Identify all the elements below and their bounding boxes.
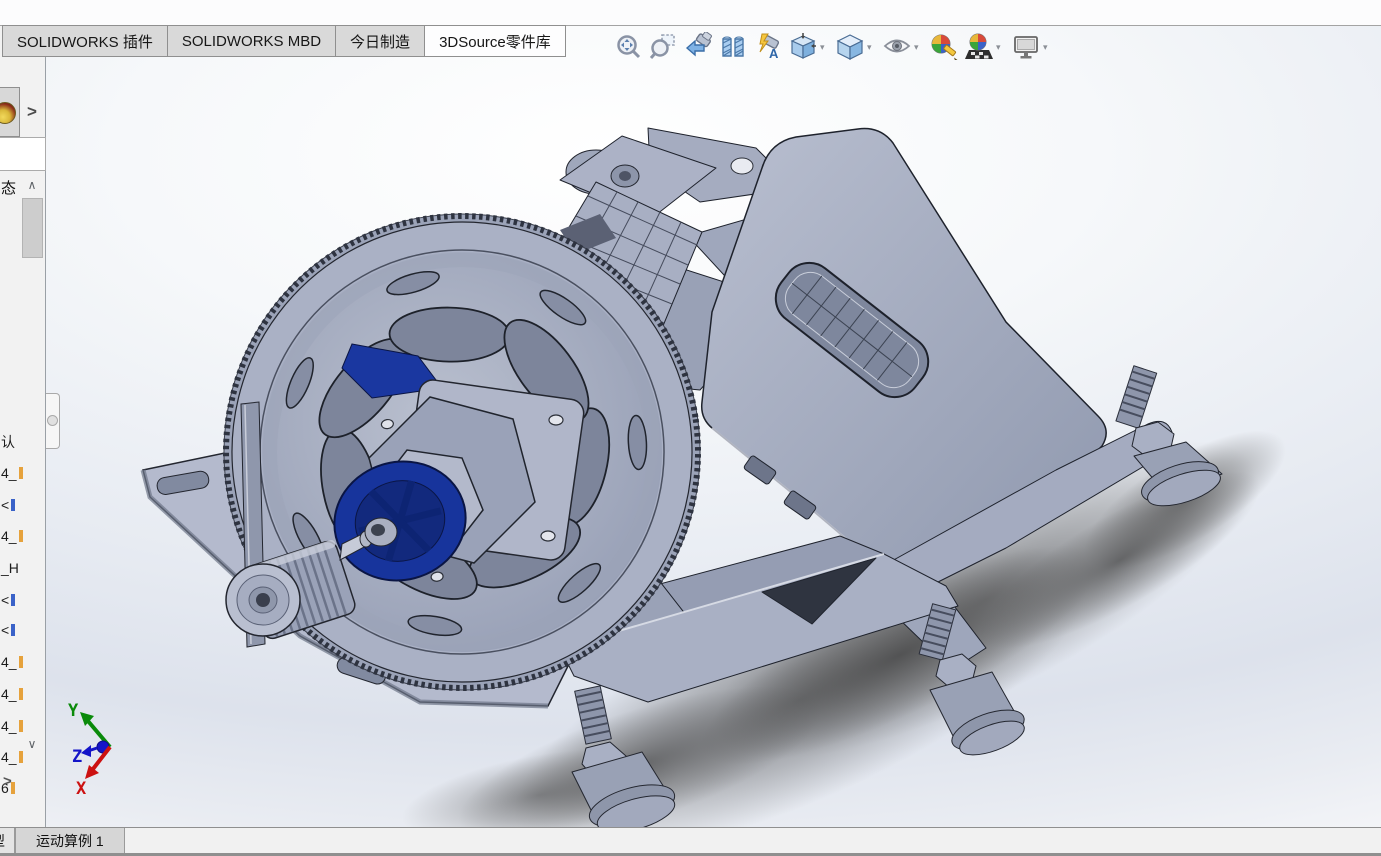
- previous-view-button[interactable]: [682, 30, 714, 62]
- view-settings-dropdown-caret[interactable]: ▾: [1043, 43, 1053, 53]
- annotation-view-icon: A: [754, 32, 782, 60]
- apply-scene-dropdown-caret[interactable]: ▾: [996, 43, 1006, 53]
- display-style-button[interactable]: [834, 30, 866, 62]
- orientation-triad: Y Z X: [68, 701, 110, 799]
- tab-motion-study-1[interactable]: 运动算例 1: [15, 828, 125, 854]
- scrollbar-down-arrow[interactable]: ∨: [22, 737, 42, 753]
- view-orientation-dropdown-caret[interactable]: ▾: [820, 43, 830, 53]
- feature-tree-item-fragment[interactable]: 4_: [1, 465, 23, 481]
- graphics-area[interactable]: Y Z X: [46, 25, 1381, 827]
- feature-tree-item-fragment[interactable]: 4_: [1, 749, 23, 765]
- view-settings-button[interactable]: [1010, 30, 1042, 62]
- feature-tree-item-fragment[interactable]: <: [1, 497, 15, 513]
- feature-manager-tab[interactable]: [0, 87, 20, 137]
- panel-bottom-chevron[interactable]: >: [3, 773, 12, 790]
- tab-model-partial-label: 型: [0, 831, 5, 851]
- tab-model-partial[interactable]: 型: [0, 828, 15, 854]
- graphics-viewport[interactable]: Y Z X: [46, 25, 1381, 827]
- apply-scene-button[interactable]: [963, 30, 995, 62]
- feature-tree-item-fragment[interactable]: 4_: [1, 654, 23, 670]
- display-style-cube-icon: [836, 32, 864, 60]
- panel-splitter-handle[interactable]: [46, 393, 60, 449]
- section-view-icon: [719, 32, 747, 60]
- zoom-to-fit-icon: [614, 32, 642, 60]
- view-orientation-button[interactable]: [787, 30, 819, 62]
- triad-z-label: Z: [72, 747, 82, 767]
- tab-today-manufacturing[interactable]: 今日制造: [335, 25, 425, 57]
- feature-tree-item-fragment[interactable]: 4_: [1, 718, 23, 734]
- view-orientation-annotations-button[interactable]: A: [752, 30, 784, 62]
- heads-up-toolbar: A ▾ ▾ ▾: [612, 30, 1057, 62]
- feature-tree-item-fragment[interactable]: _H: [1, 560, 19, 576]
- study-tab-bar: 型 运动算例 1: [0, 827, 1381, 854]
- svg-text:A: A: [769, 46, 779, 60]
- display-states-header-fragment: 态: [1, 177, 16, 198]
- edit-appearance-button[interactable]: [928, 30, 960, 62]
- menu-strip: [0, 0, 1381, 26]
- panel-expand-button[interactable]: >: [21, 93, 43, 131]
- zoom-to-area-icon: [649, 32, 677, 60]
- hide-show-items-button[interactable]: [881, 30, 913, 62]
- tab-motion-study-1-label: 运动算例 1: [36, 831, 104, 851]
- feature-tree-item-fragment[interactable]: 4_: [1, 528, 23, 544]
- configuration-sphere-icon: [0, 102, 16, 124]
- command-manager-tabs: SOLIDWORKS 插件 SOLIDWORKS MBD 今日制造 3DSour…: [2, 25, 565, 57]
- tab-solidworks-mbd[interactable]: SOLIDWORKS MBD: [167, 25, 336, 57]
- triad-y-label: Y: [68, 701, 79, 721]
- monitor-icon: [1012, 32, 1040, 60]
- feature-tree-item-fragment[interactable]: 4_: [1, 686, 23, 702]
- scrollbar-thumb[interactable]: [22, 198, 43, 258]
- scene-sphere-floor-icon: [965, 32, 993, 60]
- feature-tree-item-fragment[interactable]: <: [1, 622, 15, 638]
- display-style-dropdown-caret[interactable]: ▾: [867, 43, 877, 53]
- feature-manager-panel: > 态 ∧ 认4_<4__H<<4_4_4_4_6 ∨ >: [0, 25, 46, 827]
- feature-tree-item-fragment[interactable]: <: [1, 592, 15, 608]
- zoom-to-area-button[interactable]: [647, 30, 679, 62]
- tab-3dsource-parts-library[interactable]: 3DSource零件库: [424, 25, 566, 57]
- tab-solidworks-addins[interactable]: SOLIDWORKS 插件: [2, 25, 168, 57]
- triad-x-label: X: [76, 779, 87, 799]
- scrollbar-up-arrow[interactable]: ∧: [22, 178, 42, 194]
- section-view-button[interactable]: [717, 30, 749, 62]
- feature-tree-filter-input[interactable]: [0, 137, 46, 171]
- previous-view-icon: [684, 32, 712, 60]
- view-orientation-cube-icon: [789, 32, 817, 60]
- zoom-to-fit-button[interactable]: [612, 30, 644, 62]
- appearance-sphere-pencil-icon: [930, 32, 958, 60]
- feature-tree-item-fragment[interactable]: 认: [1, 432, 15, 452]
- eye-icon: [883, 32, 911, 60]
- hide-show-dropdown-caret[interactable]: ▾: [914, 43, 924, 53]
